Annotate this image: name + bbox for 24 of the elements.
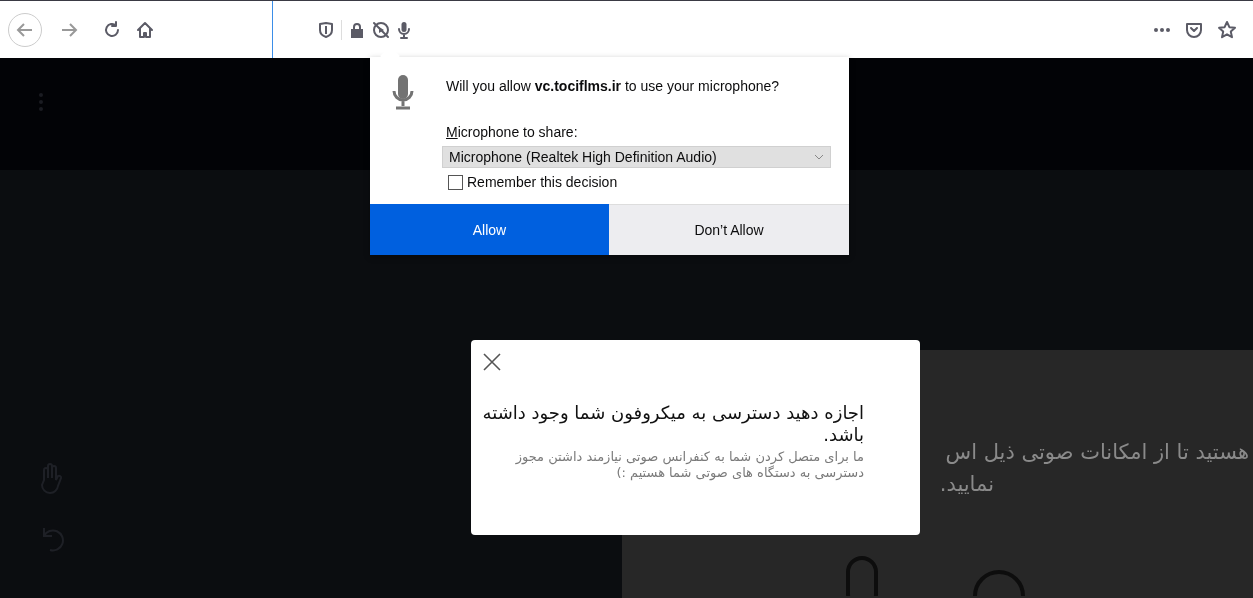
instruction-text: نمایید. — [939, 472, 994, 496]
chevron-down-icon — [814, 154, 824, 160]
modal-message: ما برای متصل کردن شما به کنفرانس صوتی نیازمند داشتن مجوز دسترسی به دستگاه های صوتی شما هستیم :) — [514, 449, 864, 482]
modal-title: اجازه دهید دسترسی به میکروفون شما وجود داشته باشد. — [482, 402, 864, 446]
more-options-icon[interactable] — [1153, 26, 1171, 33]
forward-arrow-icon[interactable] — [60, 20, 78, 39]
device-label: Microphone to share: — [446, 124, 579, 140]
instruction-text: هستید تا از امکانات صوتی ذیل اس — [945, 440, 1249, 464]
home-icon[interactable] — [136, 20, 154, 39]
allow-button[interactable]: Allow — [370, 204, 609, 255]
close-icon[interactable] — [482, 352, 502, 372]
remember-checkbox[interactable] — [448, 174, 463, 190]
back-arrow-icon — [16, 20, 34, 39]
pocket-icon[interactable] — [1185, 20, 1203, 39]
permission-question: Will you allow vc.tociflms.ir to use your microphone? — [446, 78, 781, 94]
blocked-play-icon[interactable] — [372, 20, 390, 39]
device-dropdown[interactable]: Microphone (Realtek High Definition Audio) — [442, 146, 831, 168]
lock-icon[interactable] — [350, 21, 364, 38]
star-icon[interactable] — [1217, 19, 1237, 40]
deny-button[interactable]: Don’t Allow — [609, 204, 849, 255]
checkbox-label: Remember this decision — [467, 174, 618, 190]
reload-icon[interactable] — [103, 20, 121, 39]
vertical-dots-icon[interactable] — [38, 92, 44, 112]
shield-icon[interactable] — [319, 21, 333, 38]
